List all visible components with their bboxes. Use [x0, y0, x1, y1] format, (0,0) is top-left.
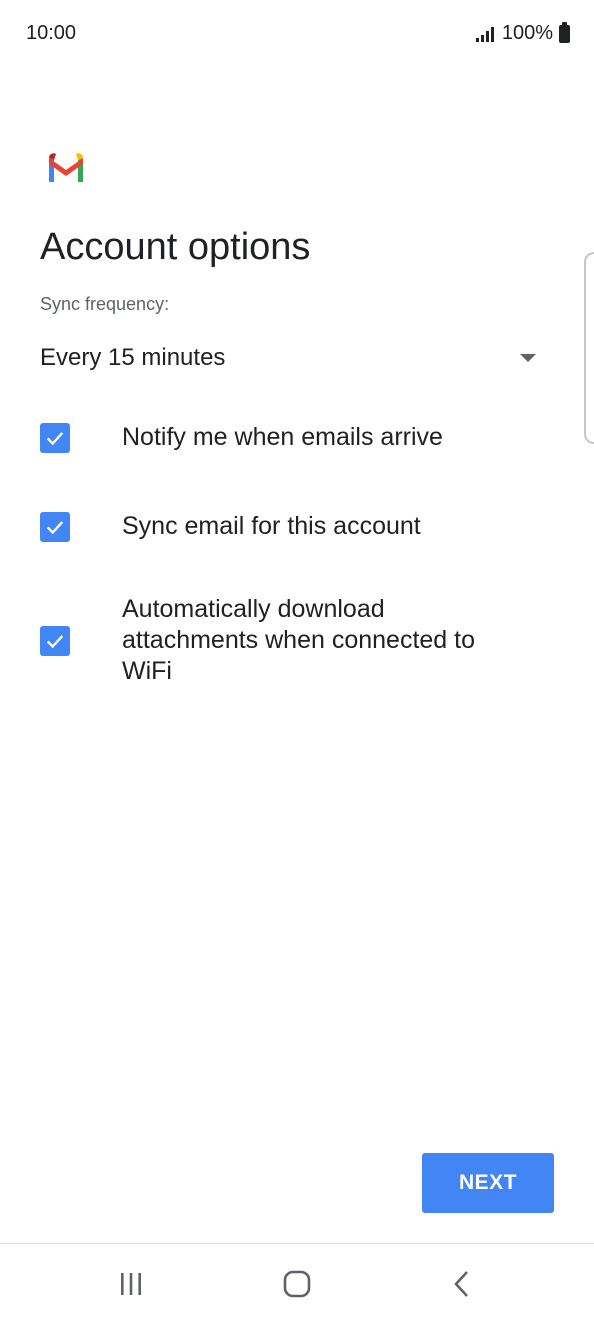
sync-email-label: Sync email for this account: [122, 512, 421, 540]
page-title: Account options: [40, 226, 311, 268]
back-button[interactable]: [433, 1264, 493, 1304]
notify-label: Notify me when emails arrive: [122, 423, 443, 451]
auto-download-checkbox[interactable]: [40, 625, 70, 656]
next-button[interactable]: NEXT: [422, 1153, 554, 1213]
check-icon: [46, 431, 64, 445]
sync-frequency-value: Every 15 minutes: [40, 344, 226, 371]
gmail-logo-icon: [49, 153, 83, 182]
sync-frequency-dropdown[interactable]: Every 15 minutes: [40, 336, 540, 380]
auto-download-label: Automatically download attachments when …: [122, 595, 476, 685]
scroll-indicator: [584, 252, 594, 444]
recent-apps-icon: [121, 1273, 141, 1295]
status-right: 100%: [475, 21, 570, 45]
status-bar: 10:00 100%: [0, 0, 594, 70]
status-time: 10:00: [26, 22, 77, 44]
navigation-bar: [0, 1244, 594, 1322]
sync-email-checkbox[interactable]: [40, 511, 70, 542]
check-icon: [46, 634, 64, 648]
option-sync-row[interactable]: Sync email for this account: [40, 511, 540, 542]
recent-apps-button[interactable]: [101, 1264, 161, 1304]
back-icon: [454, 1271, 468, 1297]
check-icon: [46, 520, 64, 534]
dropdown-arrow-icon: [520, 354, 536, 362]
home-icon: [283, 1270, 311, 1298]
sync-frequency-label: Sync frequency:: [40, 294, 170, 314]
option-download-row[interactable]: Automatically download attachments when …: [40, 594, 540, 687]
battery-percent: 100%: [501, 22, 553, 44]
battery-icon: [559, 21, 570, 43]
home-button[interactable]: [267, 1264, 327, 1304]
notify-checkbox[interactable]: [40, 422, 70, 453]
option-notify-row[interactable]: Notify me when emails arrive: [40, 422, 540, 453]
signal-icon: [475, 26, 494, 42]
